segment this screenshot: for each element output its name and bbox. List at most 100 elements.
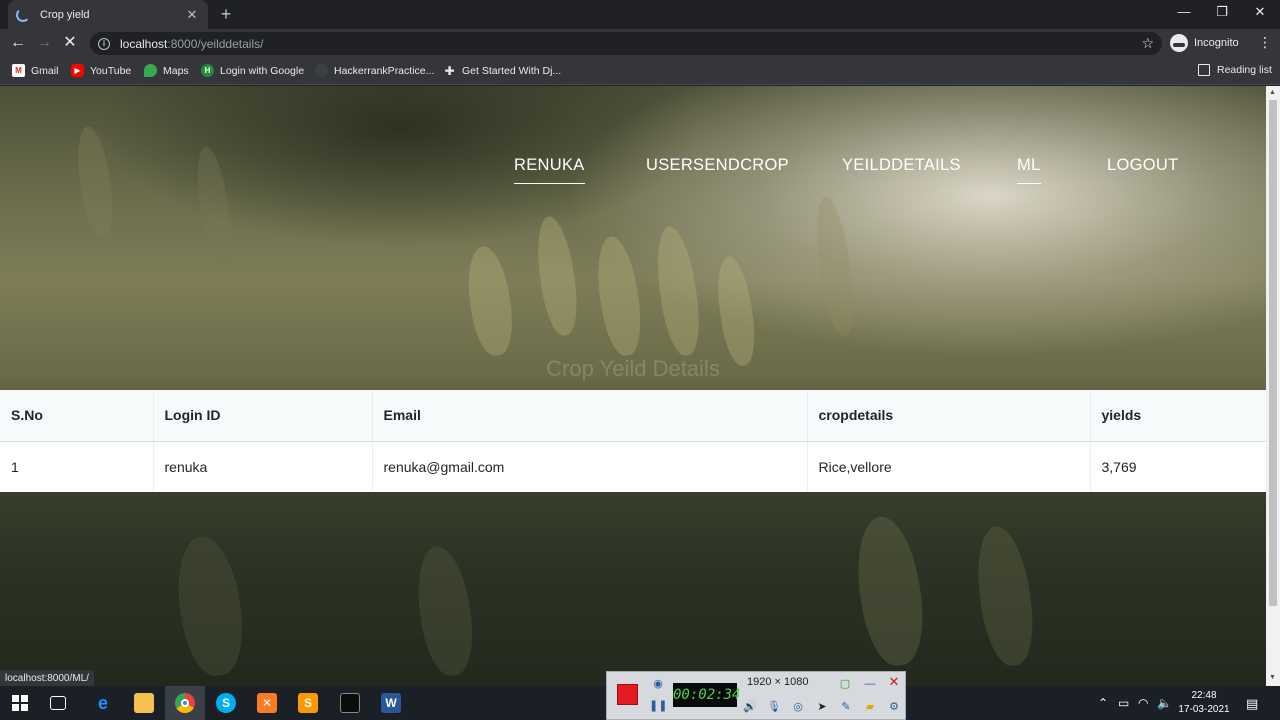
taskbar-clock[interactable]: 22:48 17-03-2021	[1178, 689, 1230, 717]
reading-list-label: Reading list	[1217, 64, 1272, 76]
nav-ml[interactable]: ML	[1017, 156, 1041, 184]
speaker-icon[interactable]: 🔊	[741, 698, 759, 716]
webcam-icon[interactable]: ◎	[789, 698, 807, 716]
microphone-icon[interactable]: 🎙	[765, 698, 783, 716]
status-bar-url: localhost:8000/ML/	[0, 670, 94, 687]
clock-time: 22:48	[1191, 690, 1217, 701]
youtube-icon: ▶	[71, 64, 84, 77]
browser-menu-icon[interactable]: ⋮	[1258, 34, 1272, 51]
word-icon[interactable]: W	[381, 693, 401, 713]
back-icon[interactable]: ←	[8, 34, 28, 52]
col-login-id-header: Login ID	[153, 390, 373, 442]
notification-icon[interactable]: ▤	[1246, 696, 1258, 712]
bookmark-label: HackerrankPractice...	[334, 64, 435, 77]
nav-yeilddetails[interactable]: YEILDDETAILS	[842, 156, 961, 175]
pen-icon[interactable]: ✎	[837, 698, 855, 716]
file-explorer-icon[interactable]	[134, 693, 154, 713]
new-tab-button[interactable]: +	[216, 4, 236, 25]
github-icon	[315, 64, 328, 77]
bookmark-login-google[interactable]: H Login with Google	[201, 64, 304, 77]
scroll-down-icon[interactable]: ▼	[1269, 674, 1276, 681]
site-info-icon[interactable]: i	[98, 37, 110, 50]
table-row: 1 renuka renuka@gmail.com Rice,vellore 3…	[0, 441, 1266, 492]
bookmarks-bar: M Gmail ▶ YouTube Maps H Login with Goog…	[0, 58, 1280, 85]
url-host: localhost	[120, 36, 168, 51]
tab-title: Crop yield	[40, 8, 90, 21]
cell-email: renuka@gmail.com	[372, 441, 808, 492]
cell-yields: 3,769	[1090, 441, 1266, 492]
bookmark-label: YouTube	[90, 64, 132, 77]
tab-strip: Crop yield ✕ + — ❐ ✕	[0, 0, 1280, 29]
pause-icon[interactable]: ❚❚	[649, 697, 667, 715]
settings-gear-icon[interactable]: ⚙	[885, 698, 903, 716]
close-recorder-icon[interactable]: ✕	[887, 675, 901, 689]
url-path: :8000/yeilddetails/	[167, 36, 264, 51]
tray-chevron-icon[interactable]: ⌃	[1098, 696, 1108, 710]
scroll-up-icon[interactable]: ▲	[1269, 89, 1276, 96]
stop-loading-icon[interactable]: ✕	[60, 34, 80, 52]
login-icon: H	[201, 64, 214, 77]
table-header-row: S.No Login ID Email cropdetails yields	[0, 390, 1266, 442]
page-scrollbar[interactable]: ▲ ▼	[1266, 86, 1280, 686]
region-icon[interactable]: ▢	[836, 675, 854, 693]
incognito-icon	[1170, 34, 1188, 52]
scroll-thumb[interactable]	[1269, 100, 1277, 606]
wifi-icon[interactable]: ◠	[1138, 696, 1148, 710]
folder-icon[interactable]: ▰	[861, 698, 879, 716]
col-cropdetails-header: cropdetails	[807, 390, 1091, 442]
col-yields-header: yields	[1090, 390, 1266, 442]
record-stop-button[interactable]	[617, 684, 638, 705]
reading-list-icon	[1198, 64, 1210, 76]
battery-icon[interactable]: ▭	[1118, 696, 1129, 710]
loading-spinner-icon	[16, 7, 30, 22]
windows-start-icon[interactable]	[10, 693, 30, 713]
skype-icon[interactable]: S	[216, 693, 236, 713]
nav-usersendcrop[interactable]: USERSENDCROP	[646, 156, 789, 175]
incognito-label: Incognito	[1194, 37, 1239, 49]
nav-logout[interactable]: LOGOUT	[1107, 156, 1178, 175]
col-sno-header: S.No	[0, 390, 154, 442]
camera-icon[interactable]: ◉	[649, 675, 667, 693]
xampp-icon[interactable]: ✕	[257, 693, 277, 713]
incognito-indicator[interactable]: Incognito	[1170, 34, 1239, 52]
bookmark-youtube[interactable]: ▶ YouTube	[71, 64, 131, 77]
bookmark-maps[interactable]: Maps	[144, 64, 189, 77]
clock-date: 17-03-2021	[1178, 704, 1230, 715]
address-bar[interactable]: i localhost:8000/yeilddetails/ ☆	[90, 32, 1162, 55]
minimize-icon[interactable]: —	[1172, 4, 1196, 19]
recording-timer: 00:02:34	[673, 683, 740, 707]
cell-login-id: renuka	[153, 441, 373, 492]
bookmark-star-icon[interactable]: ☆	[1141, 35, 1154, 52]
bookmark-label: Get Started With Dj...	[462, 64, 562, 77]
browser-tab[interactable]: Crop yield ✕	[8, 0, 208, 29]
gmail-icon: M	[12, 64, 25, 77]
bookmark-label: Maps	[163, 64, 189, 77]
puzzle-icon: ✚	[444, 63, 455, 78]
yield-details-table: S.No Login ID Email cropdetails yields 1…	[0, 390, 1266, 492]
edge-icon[interactable]: e	[93, 693, 113, 713]
cell-cropdetails: Rice,vellore	[807, 441, 1091, 492]
bookmark-label: Gmail	[31, 64, 59, 77]
task-view-icon[interactable]	[50, 696, 66, 710]
cursor-icon[interactable]: ➤	[813, 698, 831, 716]
cell-sno: 1	[0, 441, 154, 492]
forward-icon[interactable]: →	[34, 34, 54, 52]
page-title: Crop Yeild Details	[546, 356, 720, 381]
chrome-icon[interactable]	[175, 693, 195, 713]
maximize-icon[interactable]: ❐	[1210, 4, 1234, 20]
bookmark-hackerrank[interactable]: HackerrankPractice...	[315, 64, 434, 77]
terminal-icon[interactable]	[340, 693, 360, 713]
bookmark-gmail[interactable]: M Gmail	[12, 64, 58, 77]
reading-list-button[interactable]: Reading list	[1198, 64, 1272, 76]
url-text[interactable]: localhost:8000/yeilddetails/	[120, 37, 263, 51]
nav-renuka[interactable]: RENUKA	[514, 156, 585, 184]
sublime-text-icon[interactable]: S	[298, 693, 318, 713]
recording-resolution: 1920 × 1080	[747, 676, 809, 688]
volume-icon[interactable]: 🔈	[1157, 696, 1172, 710]
window-close-icon[interactable]: ✕	[1248, 4, 1272, 20]
screen-recorder-widget: ◉ ❚❚ 00:02:34 1920 × 1080 ▢ — ✕ 🔊 🎙 ◎ ➤ …	[606, 671, 906, 720]
minimize-recorder-icon[interactable]: —	[861, 675, 879, 693]
page-viewport: RENUKA USERSENDCROP YEILDDETAILS ML LOGO…	[0, 86, 1266, 686]
tab-close-icon[interactable]: ✕	[184, 7, 200, 23]
bookmark-django[interactable]: ✚ Get Started With Dj...	[443, 63, 562, 78]
